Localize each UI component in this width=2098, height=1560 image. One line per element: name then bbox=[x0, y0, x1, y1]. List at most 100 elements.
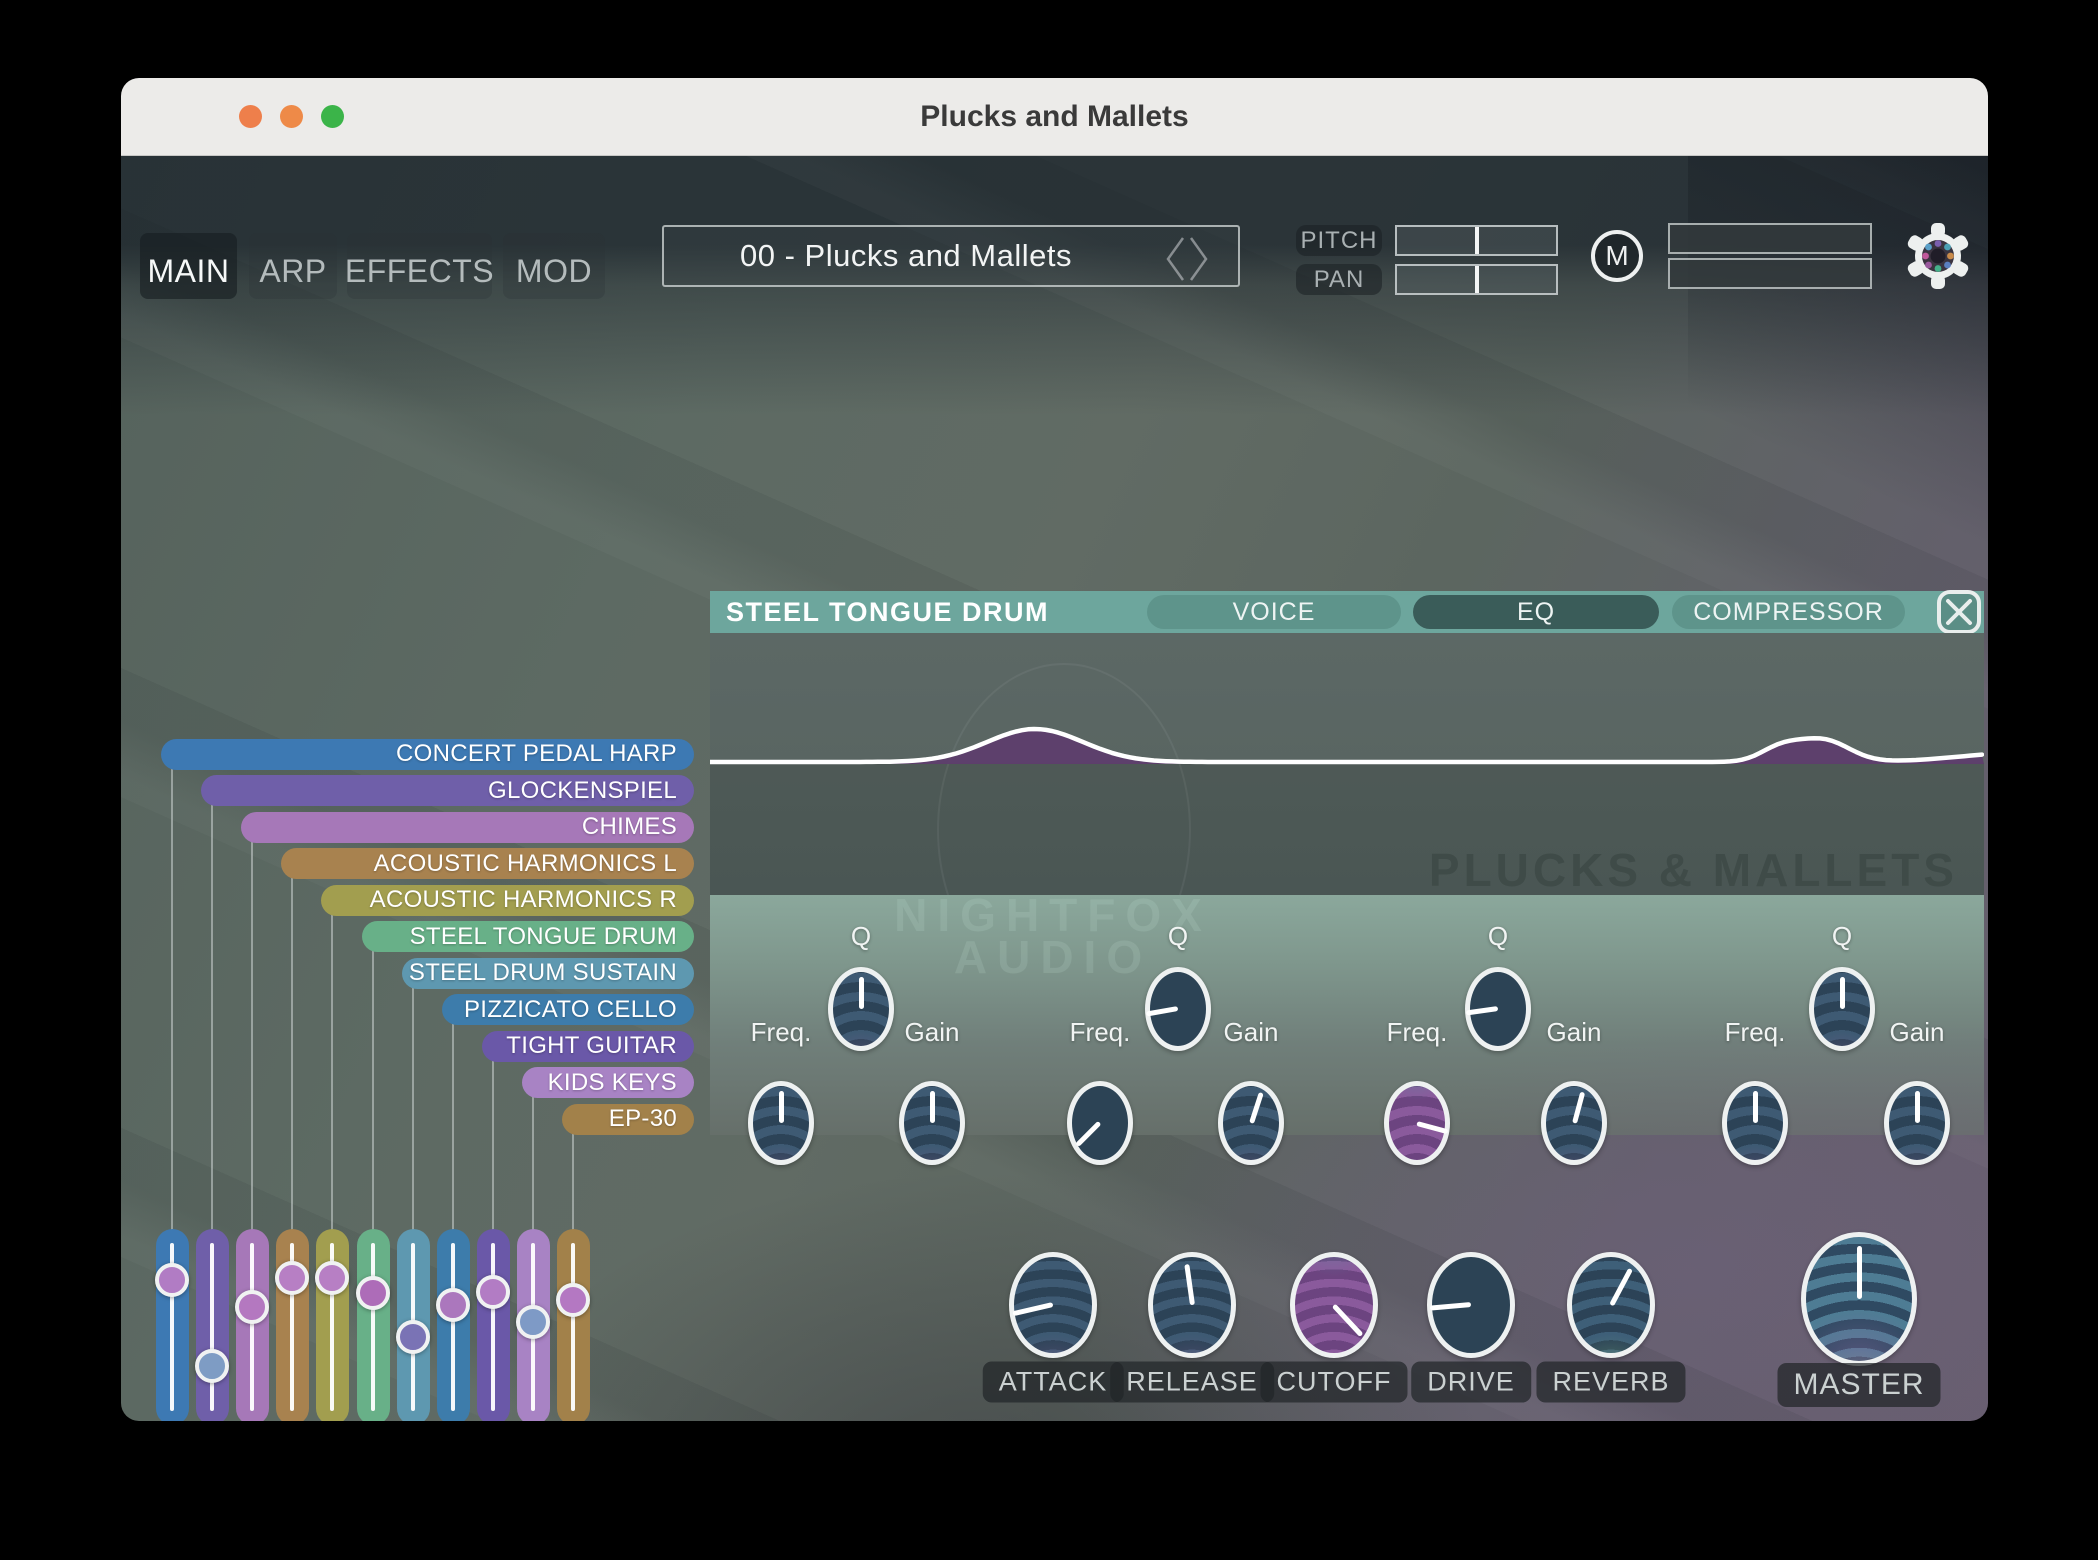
pitch-slider[interactable] bbox=[1395, 225, 1558, 256]
instrument-connector-line bbox=[171, 767, 173, 1235]
instrument-edit-panel: STEEL TONGUE DRUM VOICE EQ COMPRESSOR PLUC… bbox=[710, 591, 1984, 1135]
knob-pointer bbox=[779, 1091, 784, 1123]
instrument-pill-chimes[interactable]: CHIMES bbox=[241, 812, 694, 843]
eq-gain-label: Gain bbox=[1224, 1017, 1279, 1048]
release-knob[interactable] bbox=[1148, 1252, 1236, 1358]
volume-fader-track[interactable] bbox=[357, 1229, 390, 1421]
instrument-connector-line bbox=[211, 804, 213, 1236]
tab-effects[interactable]: EFFECTS bbox=[347, 233, 492, 299]
tab-arp[interactable]: ARP bbox=[249, 233, 337, 299]
eq-freq-label: Freq. bbox=[751, 1017, 812, 1048]
settings-gear-icon[interactable] bbox=[1905, 223, 1971, 289]
eq-band4-freq-knob[interactable] bbox=[1722, 1081, 1788, 1165]
eq-freq-label: Freq. bbox=[1387, 1017, 1448, 1048]
volume-fader-handle[interactable] bbox=[235, 1290, 269, 1324]
knob-pointer bbox=[1416, 1121, 1448, 1134]
eq-band4-q-knob[interactable] bbox=[1809, 967, 1875, 1051]
eq-band1-freq-knob[interactable] bbox=[748, 1081, 814, 1165]
pitch-slider-handle[interactable] bbox=[1475, 227, 1479, 254]
eq-band3-gain-knob[interactable] bbox=[1541, 1081, 1607, 1165]
drive-label: DRIVE bbox=[1411, 1362, 1531, 1403]
readout-box-bottom bbox=[1668, 258, 1872, 289]
chevron-left-icon bbox=[1168, 238, 1183, 280]
eq-band2-freq-knob[interactable] bbox=[1067, 1081, 1133, 1165]
attack-knob[interactable] bbox=[1009, 1252, 1097, 1358]
volume-fader-track[interactable] bbox=[437, 1229, 470, 1421]
preset-prev-next-icons[interactable] bbox=[1164, 235, 1210, 283]
knob-pointer bbox=[1430, 1303, 1472, 1312]
eq-band2-gain-knob[interactable] bbox=[1218, 1081, 1284, 1165]
volume-fader-track[interactable] bbox=[477, 1229, 510, 1421]
volume-fader-handle[interactable] bbox=[476, 1275, 510, 1309]
instrument-pill-acoustic-harmonics-r[interactable]: ACOUSTIC HARMONICS R bbox=[321, 885, 694, 916]
volume-fader-track[interactable] bbox=[236, 1229, 269, 1421]
volume-fader-handle[interactable] bbox=[396, 1320, 430, 1354]
eq-band1-q-knob[interactable] bbox=[828, 967, 894, 1051]
eq-band2-q-knob[interactable] bbox=[1145, 967, 1211, 1051]
panel-tab-voice[interactable]: VOICE bbox=[1147, 595, 1401, 629]
instrument-pill-ep-30[interactable]: EP-30 bbox=[562, 1104, 694, 1135]
instrument-connector-line bbox=[331, 913, 333, 1235]
master-mute-button[interactable]: M bbox=[1591, 230, 1643, 282]
fader-line bbox=[210, 1243, 214, 1411]
eq-band3-q-knob[interactable] bbox=[1465, 967, 1531, 1051]
volume-fader-handle[interactable] bbox=[556, 1283, 590, 1317]
knob-pointer bbox=[1249, 1092, 1264, 1124]
plugin-window: Plucks and Mallets MAINARPEFFECTSMOD 00 … bbox=[121, 78, 1988, 1421]
eq-q-label: Q bbox=[1832, 921, 1852, 952]
knob-pointer bbox=[1146, 1007, 1178, 1017]
tab-main[interactable]: MAIN bbox=[140, 233, 237, 299]
volume-fader-track[interactable] bbox=[557, 1229, 590, 1421]
tab-mod[interactable]: MOD bbox=[503, 233, 605, 299]
volume-fader-track[interactable] bbox=[316, 1229, 349, 1421]
panel-tab-eq[interactable]: EQ bbox=[1413, 595, 1659, 629]
instrument-pill-kids-keys[interactable]: KIDS KEYS bbox=[522, 1067, 694, 1098]
preset-selector[interactable]: 00 - Plucks and Mallets bbox=[662, 225, 1240, 287]
watermark-audio: AUDIO bbox=[954, 930, 1152, 984]
instrument-connector-line bbox=[251, 840, 253, 1235]
titlebar: Plucks and Mallets bbox=[121, 78, 1988, 156]
instrument-connector-line bbox=[452, 1023, 454, 1236]
pan-slider[interactable] bbox=[1395, 264, 1558, 295]
window-title: Plucks and Mallets bbox=[121, 78, 1988, 155]
master-knob[interactable] bbox=[1801, 1232, 1917, 1366]
instrument-pill-pizzicato-cello[interactable]: PIZZICATO CELLO bbox=[442, 994, 694, 1025]
attack-label: ATTACK bbox=[983, 1362, 1124, 1403]
eq-band4-gain-knob[interactable] bbox=[1884, 1081, 1950, 1165]
pan-slider-handle[interactable] bbox=[1475, 266, 1479, 293]
fader-line bbox=[371, 1243, 375, 1411]
readout-box-top bbox=[1668, 223, 1872, 254]
eq-curve[interactable] bbox=[710, 633, 1984, 895]
eq-band3-freq-knob[interactable] bbox=[1384, 1081, 1450, 1165]
fader-line bbox=[250, 1243, 254, 1411]
panel-tab-compressor[interactable]: COMPRESSOR bbox=[1672, 595, 1905, 629]
reverb-label: REVERB bbox=[1536, 1362, 1685, 1403]
instrument-pill-acoustic-harmonics-l[interactable]: ACOUSTIC HARMONICS L bbox=[281, 848, 694, 879]
instrument-pill-tight-guitar[interactable]: TIGHT GUITAR bbox=[482, 1031, 694, 1062]
instrument-pill-steel-tongue-drum[interactable]: STEEL TONGUE DRUM bbox=[362, 921, 694, 952]
instrument-connector-line bbox=[372, 950, 374, 1236]
cutoff-knob[interactable] bbox=[1290, 1252, 1378, 1358]
panel-close-button[interactable] bbox=[1936, 589, 1982, 635]
fader-line bbox=[571, 1243, 575, 1411]
volume-fader-track[interactable] bbox=[196, 1229, 229, 1421]
drive-knob[interactable] bbox=[1427, 1252, 1515, 1358]
instrument-pill-concert-pedal-harp[interactable]: CONCERT PEDAL HARP bbox=[161, 739, 694, 770]
eq-curve-display[interactable]: PLUCKS & MALLETS PHILIP ZACH bbox=[710, 633, 1984, 895]
volume-fader-handle[interactable] bbox=[155, 1263, 189, 1297]
volume-fader-handle[interactable] bbox=[436, 1288, 470, 1322]
volume-fader-handle[interactable] bbox=[516, 1305, 550, 1339]
knob-pointer bbox=[1915, 1091, 1920, 1123]
panel-title: STEEL TONGUE DRUM bbox=[726, 591, 1049, 633]
instrument-pill-steel-drum-sustain[interactable]: STEEL DRUM SUSTAIN bbox=[402, 958, 694, 989]
master-label: MASTER bbox=[1777, 1363, 1940, 1407]
volume-fader-handle[interactable] bbox=[195, 1349, 229, 1383]
reverb-knob[interactable] bbox=[1567, 1252, 1655, 1358]
volume-fader-track[interactable] bbox=[276, 1229, 309, 1421]
knob-pointer bbox=[1184, 1264, 1195, 1306]
eq-band1-gain-knob[interactable] bbox=[899, 1081, 965, 1165]
volume-fader-track[interactable] bbox=[156, 1229, 189, 1421]
instrument-pill-glockenspiel[interactable]: GLOCKENSPIEL bbox=[201, 775, 694, 806]
pan-label: PAN bbox=[1296, 264, 1382, 295]
cutoff-label: CUTOFF bbox=[1261, 1362, 1408, 1403]
